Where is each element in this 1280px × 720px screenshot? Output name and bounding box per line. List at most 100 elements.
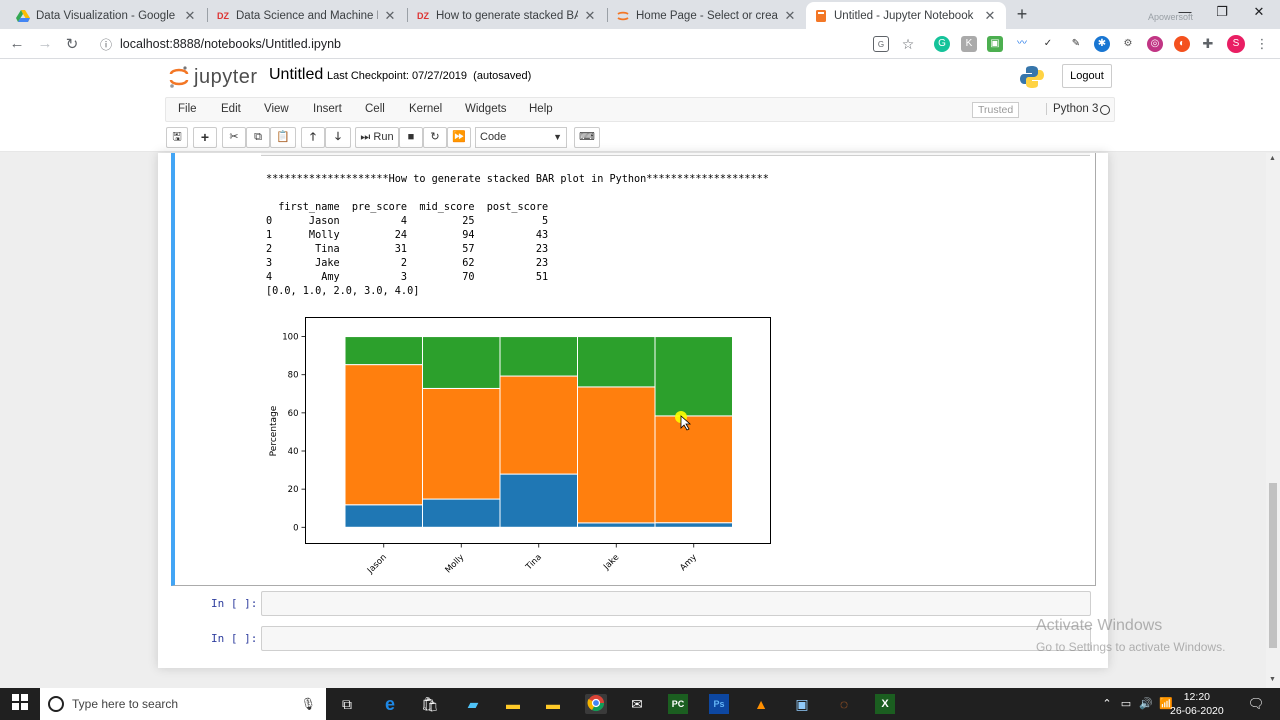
close-icon[interactable]: ✕ xyxy=(982,8,998,24)
menu-edit[interactable]: Edit xyxy=(221,103,241,115)
paste-icon[interactable]: 📋 xyxy=(270,127,296,148)
extension-wave-icon[interactable]: 〰 xyxy=(1014,36,1030,52)
excel-icon[interactable]: X xyxy=(875,694,895,714)
chrome-icon[interactable] xyxy=(585,694,607,714)
scroll-up-arrow-icon[interactable]: ▲ xyxy=(1269,155,1276,162)
stacked-bar-chart: 0 20 40 60 80 100 Jason Molly Tina Jake Amy Perce… xyxy=(269,317,771,576)
close-icon[interactable]: ✕ xyxy=(382,8,398,24)
menu-file[interactable]: File xyxy=(178,103,197,115)
menu-widgets[interactable]: Widgets xyxy=(465,103,507,115)
new-tab-plus-icon[interactable]: + xyxy=(1012,4,1032,24)
extension-check-icon[interactable]: ✓ xyxy=(1040,36,1056,52)
restart-icon[interactable]: ↻ xyxy=(423,127,447,148)
input-area-previous[interactable] xyxy=(261,153,1090,156)
reload-icon[interactable]: ↻ xyxy=(63,35,81,53)
close-icon[interactable]: ✕ xyxy=(582,8,598,24)
microphone-icon[interactable]: 🎙 xyxy=(301,697,316,711)
close-icon[interactable]: ✕ xyxy=(182,8,198,24)
vlc-icon[interactable]: ▲ xyxy=(751,694,771,714)
battery-icon[interactable]: ▭ xyxy=(1116,694,1136,714)
menu-kernel[interactable]: Kernel xyxy=(409,103,442,115)
microsoft-store-icon[interactable]: 🛍 xyxy=(420,694,440,714)
browser-tab-notebook[interactable]: Untitled - Jupyter Notebook ✕ xyxy=(806,2,1006,29)
minimize-icon[interactable]: — xyxy=(1170,4,1200,19)
show-hidden-icons-chevron[interactable]: ⌃ xyxy=(1097,694,1117,714)
mail-icon[interactable]: ✉ xyxy=(627,694,647,714)
folder-icon[interactable]: ▬ xyxy=(543,694,563,714)
photoshop-icon[interactable]: Ps xyxy=(709,694,729,714)
volume-icon[interactable]: 🔊 xyxy=(1136,694,1156,714)
save-icon[interactable]: 🖫 xyxy=(166,127,188,148)
extension-gear-icon[interactable]: ⚙ xyxy=(1120,36,1136,52)
trusted-indicator[interactable]: Trusted xyxy=(972,102,1020,118)
app-blue-icon[interactable]: ▰ xyxy=(463,694,483,714)
bookmark-star-icon[interactable]: ☆ xyxy=(900,36,916,52)
bar-segment-molly-2 xyxy=(422,336,501,389)
file-explorer-icon[interactable]: ▬ xyxy=(503,694,523,714)
extension-orange-icon[interactable]: ◐ xyxy=(1174,36,1190,52)
move-up-arrow-icon[interactable]: 🡑 xyxy=(301,127,325,148)
bar-segment-jason-2 xyxy=(344,336,423,366)
menu-insert[interactable]: Insert xyxy=(313,103,342,115)
notifications-icon[interactable]: 🗨 xyxy=(1246,694,1266,714)
app-window-icon[interactable]: ▣ xyxy=(792,694,812,714)
instagram-icon[interactable]: ◎ xyxy=(1147,36,1163,52)
extensions-puzzle-icon[interactable]: ✚ xyxy=(1200,36,1216,52)
info-icon[interactable]: ⓘ xyxy=(100,36,112,53)
browser-tab-dzone-1[interactable]: DZ Data Science and Machine Learn ✕ xyxy=(208,2,406,29)
forward-arrow-icon[interactable]: → xyxy=(36,35,54,52)
task-view-icon[interactable]: ⧉ xyxy=(337,694,357,714)
browser-menu-icon[interactable]: ⋮ xyxy=(1254,36,1270,52)
list-output: [0.0, 1.0, 2.0, 3.0, 4.0] xyxy=(266,286,420,297)
move-down-arrow-icon[interactable]: 🡓 xyxy=(325,127,351,148)
code-input-cell[interactable] xyxy=(261,591,1091,616)
interrupt-stop-icon[interactable]: ■ xyxy=(399,127,423,148)
fast-forward-icon[interactable]: ⏩ xyxy=(447,127,471,148)
logout-button[interactable]: Logout xyxy=(1062,64,1112,88)
taskbar-search-box[interactable]: Type here to search 🎙 xyxy=(40,688,326,720)
bar-segment-jason-0 xyxy=(344,504,423,528)
clock-time: 12:20 xyxy=(1183,691,1210,703)
edge-browser-icon[interactable]: e xyxy=(380,694,400,714)
taskbar-search-placeholder: Type here to search xyxy=(72,697,179,711)
pycharm-icon[interactable]: PC xyxy=(668,694,688,714)
kernel-name[interactable]: Python 3 xyxy=(1046,103,1098,115)
menu-view[interactable]: View xyxy=(264,103,289,115)
browser-tab-jupyter-home[interactable]: Home Page - Select or create a n ✕ xyxy=(608,2,806,29)
extension-screen-icon[interactable]: ▣ xyxy=(987,36,1003,52)
bar-segment-jason-1 xyxy=(344,364,423,506)
bar-segment-tina-0 xyxy=(499,473,578,528)
insert-cell-plus-icon[interactable]: + xyxy=(193,127,217,148)
taskbar-clock[interactable]: 12:20 26-06-2020 xyxy=(1170,690,1224,718)
window-close-icon[interactable]: ✕ xyxy=(1244,4,1274,20)
windows-start-icon[interactable] xyxy=(10,694,30,714)
page-scrollbar[interactable]: ▲ ▼ xyxy=(1266,153,1280,688)
close-icon[interactable]: ✕ xyxy=(782,8,798,24)
scrollbar-thumb[interactable] xyxy=(1269,483,1277,648)
step-forward-icon: ⏭ xyxy=(360,131,371,143)
extension-k-icon[interactable]: K xyxy=(961,36,977,52)
copy-icon[interactable]: ⧉ xyxy=(246,127,270,148)
address-bar[interactable]: ⓘ localhost:8888/notebooks/Untitled.ipyn… xyxy=(90,32,920,56)
browser-tab-drive[interactable]: Data Visualization - Google Drive ✕ xyxy=(8,2,206,29)
grammarly-icon[interactable]: G xyxy=(934,36,950,52)
back-arrow-icon[interactable]: ← xyxy=(8,35,26,52)
cell-type-select[interactable]: Code ▼ xyxy=(475,127,567,148)
notebook-name[interactable]: Untitled xyxy=(269,66,323,84)
extension-blue-icon[interactable]: ✱ xyxy=(1094,36,1110,52)
code-input-cell[interactable] xyxy=(261,626,1091,651)
scroll-down-arrow-icon[interactable]: ▼ xyxy=(1269,676,1276,683)
restore-icon[interactable]: ❐ xyxy=(1207,4,1237,20)
jupyter-taskbar-icon[interactable]: ◌ xyxy=(834,694,854,714)
keyboard-icon[interactable]: ⌨ xyxy=(574,127,600,148)
menu-cell[interactable]: Cell xyxy=(365,103,385,115)
translate-icon[interactable]: G xyxy=(873,36,889,52)
cut-icon[interactable]: ✂ xyxy=(222,127,246,148)
run-button[interactable]: ⏭ Run xyxy=(355,127,399,148)
browser-tab-dzone-2[interactable]: DZ How to generate stacked BAR plo ✕ xyxy=(408,2,606,29)
profile-avatar[interactable]: S xyxy=(1227,35,1245,53)
jupyter-logo[interactable]: jupyter xyxy=(168,64,258,90)
extension-tools-icon[interactable]: ✎ xyxy=(1068,36,1084,52)
x-tick-label-tina: Tina xyxy=(523,553,543,573)
menu-help[interactable]: Help xyxy=(529,103,553,115)
